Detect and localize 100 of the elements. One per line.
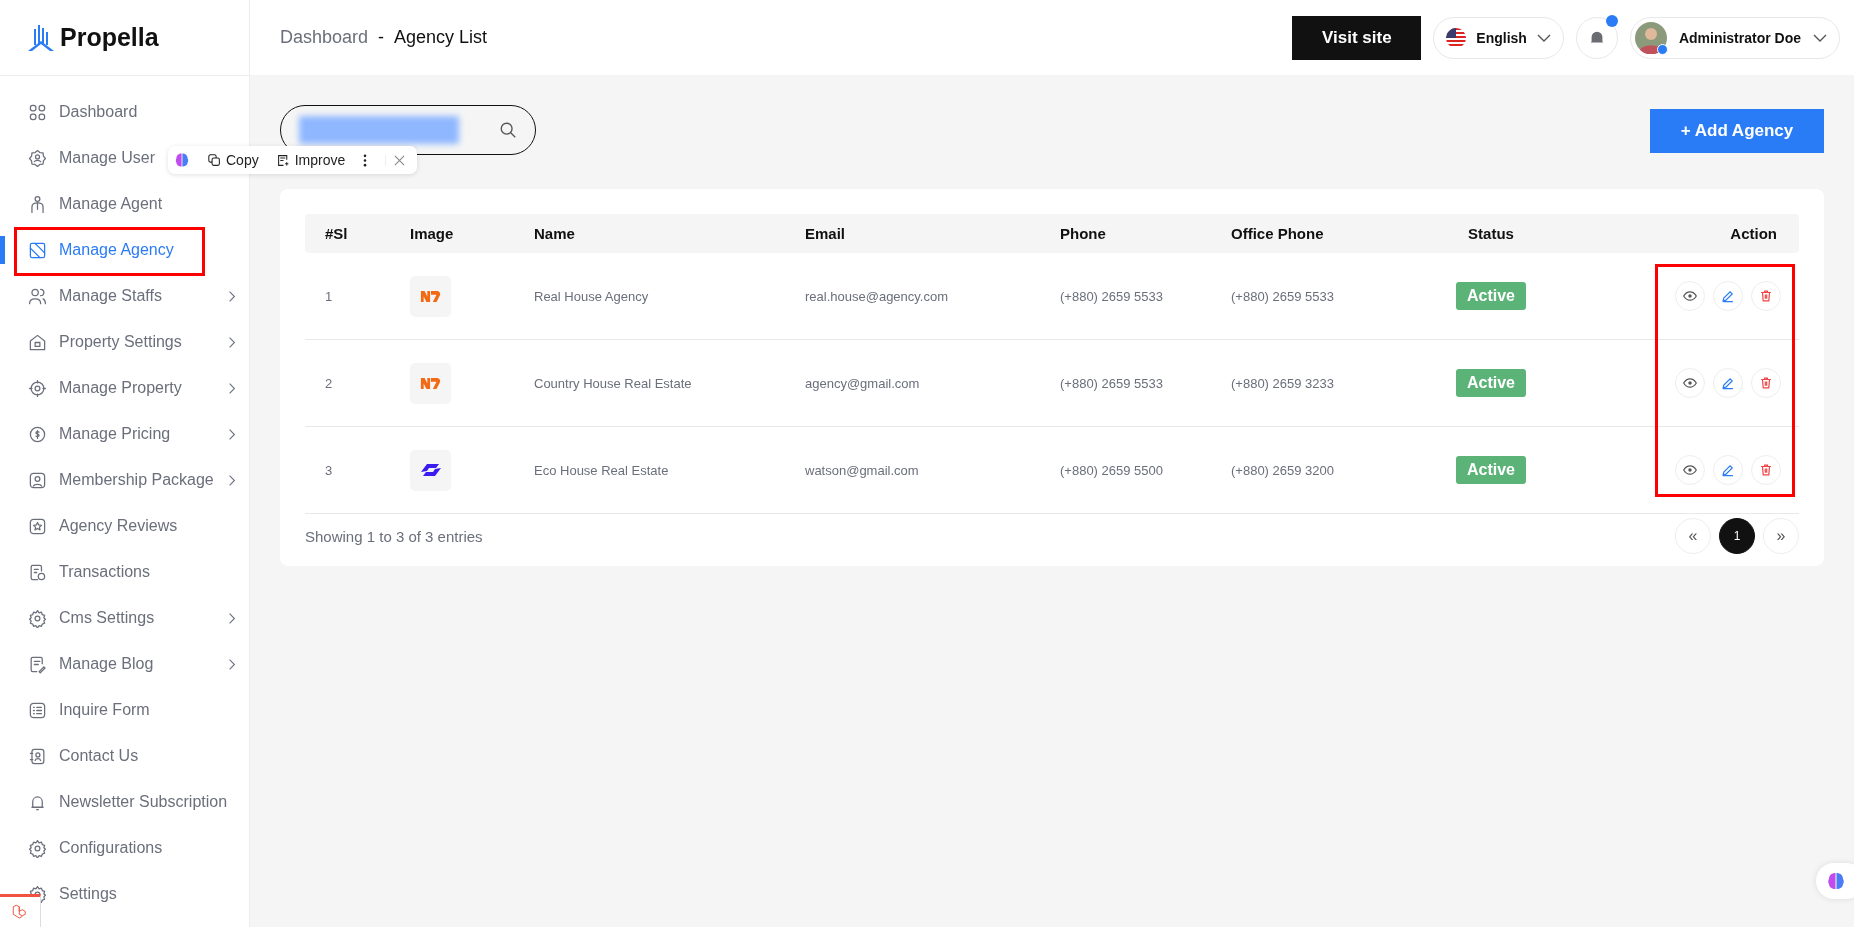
active-indicator <box>0 236 5 264</box>
sidebar-item[interactable]: Cms Settings <box>0 595 249 641</box>
brain-icon <box>1826 871 1846 891</box>
column-header: Status <box>1467 225 1515 242</box>
wrench-gear-icon <box>28 838 47 858</box>
sidebar-item[interactable]: Manage Property <box>0 365 249 411</box>
eye-icon <box>1683 376 1697 390</box>
pencil-icon <box>1721 289 1735 303</box>
avatar <box>1634 21 1667 54</box>
copy-icon <box>208 153 221 167</box>
sidebar-item[interactable]: Configurations <box>0 825 249 871</box>
status-badge: Active <box>1456 456 1526 484</box>
sidebar-item[interactable]: Membership Package <box>0 457 249 503</box>
table-cell-text: (+880) 2659 5533 <box>1060 288 1164 304</box>
pencil-icon <box>1721 376 1735 390</box>
edit-button[interactable] <box>1713 455 1743 485</box>
improve-button[interactable]: Improve <box>276 152 346 168</box>
person-icon <box>28 194 47 214</box>
table-cell-text: (+880) 2659 5533 <box>1060 375 1164 391</box>
view-button[interactable] <box>1675 368 1705 398</box>
edit-button[interactable] <box>1713 281 1743 311</box>
table-cell-text: 2 <box>325 375 334 391</box>
column-header: Office Phone <box>1231 225 1325 242</box>
table-cell-text: Real House Agency <box>534 288 650 304</box>
delete-button[interactable] <box>1751 455 1781 485</box>
table-cell-text: Eco House Real Estate <box>534 462 670 478</box>
sidebar-item[interactable]: Manage Staffs <box>0 273 249 319</box>
trash-icon <box>1759 463 1773 477</box>
receipt-clock-icon <box>28 562 47 582</box>
table-cell-text: real.house@agency.com <box>805 288 950 304</box>
document-sparkle-icon <box>276 153 290 167</box>
column-header: Action <box>1729 225 1777 242</box>
table-cell-text: Country House Real Estate <box>534 375 693 391</box>
table-cell-text: (+880) 2659 3233 <box>1231 375 1335 391</box>
brain-icon <box>174 152 190 168</box>
column-header: Name <box>534 225 576 242</box>
cube-logo-icon <box>11 903 29 921</box>
pencil-icon <box>1721 463 1735 477</box>
delete-button[interactable] <box>1751 368 1781 398</box>
grid-icon <box>28 102 47 122</box>
sidebar-item[interactable]: Newsletter Subscription <box>0 779 249 825</box>
language-dropdown[interactable]: English <box>1433 16 1564 59</box>
view-button[interactable] <box>1675 455 1705 485</box>
user-menu[interactable]: Administrator Doe <box>1629 16 1840 59</box>
id-card-icon <box>28 470 47 490</box>
logo-icon <box>26 22 56 53</box>
status-badge: Active <box>1456 369 1526 397</box>
sidebar-item[interactable]: Inquire Form <box>0 687 249 733</box>
column-header: Image <box>410 225 455 242</box>
table-cell-text: 3 <box>325 462 334 478</box>
sidebar-item[interactable]: Dashboard <box>0 89 249 135</box>
more-icon[interactable] <box>363 153 368 167</box>
debug-bar-menu[interactable] <box>0 894 41 927</box>
sidebar-item[interactable]: Agency Reviews <box>0 503 249 549</box>
sidebar-item[interactable]: Manage Blog <box>0 641 249 687</box>
star-badge-icon <box>28 516 47 536</box>
edit-button[interactable] <box>1713 368 1743 398</box>
pagination-button[interactable]: 1 <box>1719 518 1755 554</box>
search-icon <box>499 121 517 139</box>
entries-summary: Showing 1 to 3 of 3 entries <box>305 527 483 545</box>
house-icon <box>28 332 47 352</box>
table-cell-text: (+880) 2659 5533 <box>1231 288 1335 304</box>
dollar-icon <box>28 424 47 444</box>
table-cell-text: watson@gmail.com <box>805 462 920 478</box>
sidebar-item[interactable]: Manage Agent <box>0 181 249 227</box>
eye-icon <box>1683 463 1697 477</box>
ruler-icon <box>28 240 47 260</box>
chevron-down-icon <box>1813 33 1827 42</box>
sidebar-item[interactable]: Property Settings <box>0 319 249 365</box>
search-field[interactable] <box>280 105 536 155</box>
trash-icon <box>1759 376 1773 390</box>
user-badge-icon <box>28 148 47 168</box>
breadcrumb-link[interactable]: Dashboard <box>280 27 369 48</box>
chevron-down-icon <box>1536 33 1551 42</box>
visit-site-button[interactable]: Visit site <box>1292 15 1422 60</box>
copy-button[interactable]: Copy <box>208 152 259 168</box>
table-cell-text: 1 <box>325 288 334 304</box>
view-button[interactable] <box>1675 281 1705 311</box>
users-icon <box>28 286 47 306</box>
sidebar-item[interactable]: Transactions <box>0 549 249 595</box>
flag-icon <box>1446 27 1467 48</box>
delete-button[interactable] <box>1751 281 1781 311</box>
table-cell-text: (+880) 2659 5500 <box>1060 462 1164 478</box>
close-icon[interactable] <box>385 154 406 166</box>
trash-icon <box>1759 289 1773 303</box>
document-pen-icon <box>28 654 47 674</box>
contact-book-icon <box>28 746 47 766</box>
breadcrumb-separator: - <box>378 27 385 48</box>
column-header: Email <box>805 225 847 242</box>
add-agency-button[interactable]: + Add Agency <box>1650 109 1824 153</box>
pagination-button[interactable]: « <box>1675 518 1711 554</box>
notification-button[interactable] <box>1575 16 1618 59</box>
column-header: Phone <box>1060 225 1107 242</box>
pagination-button[interactable]: » <box>1763 518 1799 554</box>
assistant-button[interactable] <box>1816 863 1854 899</box>
sidebar-item[interactable]: Manage Agency <box>0 227 249 273</box>
sidebar-item[interactable]: Manage Pricing <box>0 411 249 457</box>
status-badge: Active <box>1456 282 1526 310</box>
sidebar-item[interactable]: Contact Us <box>0 733 249 779</box>
brand-name: Propella <box>60 23 159 52</box>
